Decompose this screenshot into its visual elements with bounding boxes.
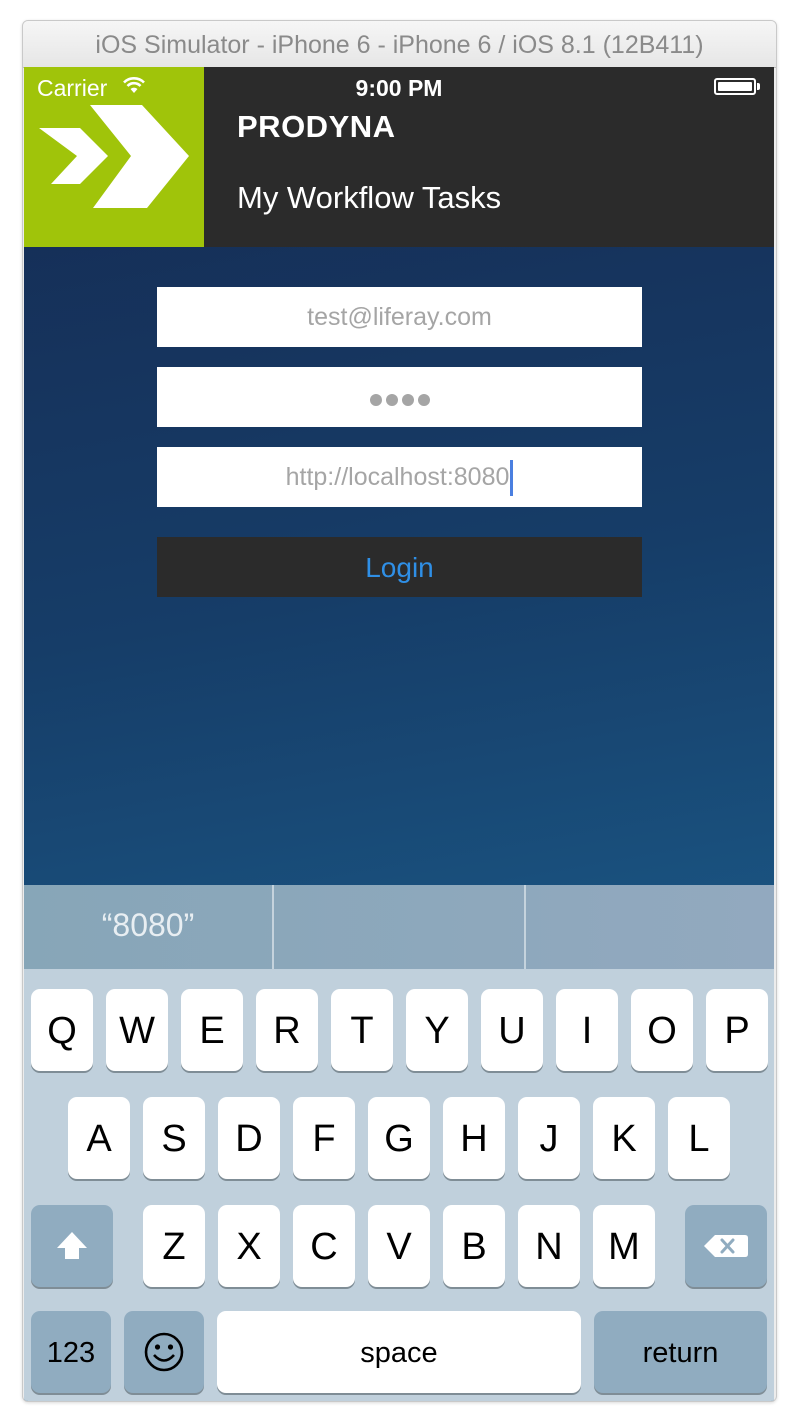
key-a[interactable]: A	[68, 1097, 130, 1179]
key-f[interactable]: F	[293, 1097, 355, 1179]
battery-nub	[757, 83, 760, 90]
key-i[interactable]: I	[556, 989, 618, 1071]
server-url-field[interactable]: http://localhost:8080	[157, 447, 642, 507]
shift-key[interactable]	[31, 1205, 113, 1287]
delete-key[interactable]	[685, 1205, 767, 1287]
key-n[interactable]: N	[518, 1205, 580, 1287]
delete-icon	[704, 1235, 748, 1257]
emoji-icon	[144, 1332, 184, 1372]
key-v[interactable]: V	[368, 1205, 430, 1287]
suggestion-bar: “8080”	[24, 885, 774, 969]
key-d[interactable]: D	[218, 1097, 280, 1179]
numbers-key[interactable]: 123	[31, 1311, 111, 1393]
suggestion-item[interactable]: “8080”	[24, 885, 272, 969]
key-m[interactable]: M	[593, 1205, 655, 1287]
emoji-key[interactable]	[124, 1311, 204, 1393]
simulator-window: iOS Simulator - iPhone 6 - iPhone 6 / iO…	[22, 20, 777, 1402]
key-u[interactable]: U	[481, 989, 543, 1071]
text-cursor	[510, 460, 514, 497]
key-p[interactable]: P	[706, 989, 768, 1071]
suggestion-item[interactable]	[526, 885, 774, 969]
app-header: Carrier 9:00 PM PRODYNA My Workflow Task…	[24, 67, 774, 247]
key-x[interactable]: X	[218, 1205, 280, 1287]
key-r[interactable]: R	[256, 989, 318, 1071]
space-key[interactable]: space	[217, 1311, 581, 1393]
battery-icon	[714, 78, 756, 95]
password-field[interactable]	[157, 367, 642, 427]
email-placeholder: test@liferay.com	[307, 303, 492, 331]
key-e[interactable]: E	[181, 989, 243, 1071]
key-q[interactable]: Q	[31, 989, 93, 1071]
email-field[interactable]: test@liferay.com	[157, 287, 642, 347]
password-dot	[417, 394, 430, 407]
key-s[interactable]: S	[143, 1097, 205, 1179]
keyboard: Q W E R T Y U I O P A S D F G H J K L Z …	[24, 969, 774, 1401]
status-time: 9:00 PM	[355, 75, 443, 101]
key-c[interactable]: C	[293, 1205, 355, 1287]
key-t[interactable]: T	[331, 989, 393, 1071]
app-title: PRODYNA	[237, 109, 396, 144]
password-dot	[369, 394, 382, 407]
app-subtitle: My Workflow Tasks	[237, 180, 502, 215]
key-h[interactable]: H	[443, 1097, 505, 1179]
key-o[interactable]: O	[631, 989, 693, 1071]
return-key[interactable]: return	[594, 1311, 767, 1393]
password-mask	[368, 368, 432, 428]
key-k[interactable]: K	[593, 1097, 655, 1179]
password-dot	[401, 394, 414, 407]
device-screen: Carrier 9:00 PM PRODYNA My Workflow Task…	[24, 67, 774, 1401]
key-y[interactable]: Y	[406, 989, 468, 1071]
window-title: iOS Simulator - iPhone 6 - iPhone 6 / iO…	[23, 21, 776, 68]
server-url-value: http://localhost:8080	[285, 463, 510, 491]
password-dot	[385, 394, 398, 407]
key-z[interactable]: Z	[143, 1205, 205, 1287]
key-g[interactable]: G	[368, 1097, 430, 1179]
shift-icon	[57, 1232, 87, 1259]
login-button[interactable]: Login	[157, 537, 642, 597]
key-l[interactable]: L	[668, 1097, 730, 1179]
key-w[interactable]: W	[106, 989, 168, 1071]
key-b[interactable]: B	[443, 1205, 505, 1287]
key-j[interactable]: J	[518, 1097, 580, 1179]
suggestion-item[interactable]	[274, 885, 524, 969]
